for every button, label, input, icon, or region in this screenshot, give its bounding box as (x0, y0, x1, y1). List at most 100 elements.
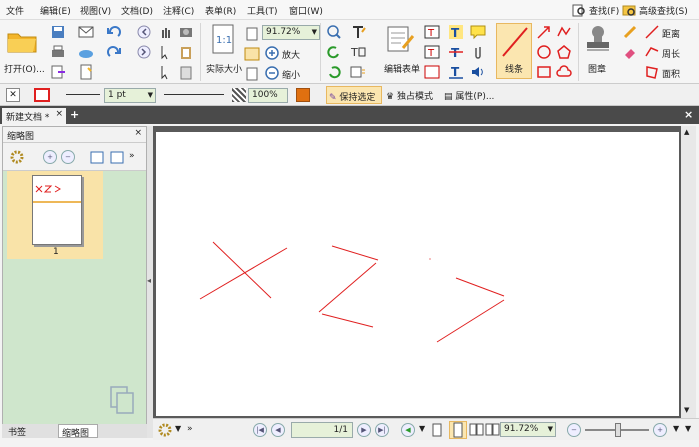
vertical-scrollbar[interactable]: ▲ ▼ (681, 126, 696, 418)
typewriter-icon[interactable] (350, 24, 366, 40)
status-gear-icon[interactable] (157, 422, 173, 438)
status-zoom-combo[interactable]: 91.72% ▼ (500, 422, 556, 437)
page-number-field[interactable]: 1/1 (291, 422, 353, 438)
exclusive-mode-button[interactable]: ♛ 独占模式 (386, 89, 433, 102)
collapse-arrow-icon[interactable]: ◂ (147, 276, 151, 285)
zoom-out-icon[interactable] (264, 65, 280, 81)
export-icon[interactable] (50, 64, 66, 80)
zoom-in-icon[interactable] (264, 45, 280, 61)
actual-size-icon[interactable]: 1:1 (210, 24, 236, 54)
thumbnail-page[interactable] (32, 175, 82, 245)
hand-tool-icon[interactable] (158, 24, 174, 40)
form-combo-icon[interactable]: T (424, 44, 440, 60)
highlight-text-icon[interactable]: T (448, 24, 464, 40)
stamp-label[interactable]: 图章 (588, 62, 606, 75)
perimeter-label[interactable]: 周长 (662, 47, 680, 60)
clipboard-icon[interactable] (178, 44, 194, 60)
menu-edit[interactable]: 编辑(E) (40, 4, 71, 17)
tab-close-icon[interactable]: × (55, 109, 63, 119)
area-icon[interactable] (644, 64, 660, 80)
scroll-up-icon[interactable]: ▲ (684, 128, 689, 136)
rotate-thumb-right-icon[interactable] (109, 149, 125, 165)
next-page-icon[interactable]: ▶ (357, 423, 371, 437)
bookmarks-tab[interactable]: 书签 (8, 425, 26, 438)
continuous-page-button[interactable] (449, 421, 467, 439)
perimeter-icon[interactable] (644, 44, 660, 60)
save-icon[interactable] (50, 24, 66, 40)
form-text-field-icon[interactable]: T (424, 24, 440, 40)
text-field-icon[interactable]: T (350, 44, 366, 60)
status-right-more-icon[interactable]: ▼ (685, 424, 691, 433)
no-fill-icon[interactable]: ✕ (6, 88, 20, 102)
sound-icon[interactable] (470, 64, 486, 80)
zoom-combo[interactable]: 91.72% ▼ (262, 25, 320, 40)
fill-color-swatch[interactable] (296, 88, 310, 102)
status-zoom-out-icon[interactable]: − (567, 423, 581, 437)
print-icon[interactable] (50, 44, 66, 60)
status-menu-icon[interactable]: ▼ (175, 424, 181, 433)
rotate-left-icon[interactable] (326, 44, 342, 60)
redo-icon[interactable] (106, 44, 122, 60)
paste-icon[interactable] (178, 64, 194, 80)
fit-page-icon[interactable] (244, 26, 260, 42)
rectangle-shape-icon[interactable] (536, 64, 552, 80)
fit-width-icon[interactable] (244, 46, 260, 62)
more-options-icon[interactable]: » (129, 151, 135, 161)
thumb-zoom-in-icon[interactable]: + (43, 150, 57, 164)
thumb-zoom-out-icon[interactable]: − (61, 150, 75, 164)
back-icon[interactable] (136, 24, 152, 40)
gear-icon[interactable] (9, 149, 25, 165)
facing-page-icon[interactable] (469, 422, 485, 438)
pencil-icon[interactable] (622, 24, 638, 40)
status-zoom-in-icon[interactable]: + (653, 423, 667, 437)
edit-form-label[interactable]: 编辑表单 (384, 62, 420, 75)
open-folder-icon[interactable] (6, 26, 38, 54)
area-label[interactable]: 面积 (662, 67, 680, 80)
arrow-shape-icon[interactable] (536, 24, 552, 40)
line-width-combo[interactable]: 1 pt ▼ (104, 88, 156, 103)
menu-file[interactable]: 文件 (6, 4, 24, 17)
oval-shape-icon[interactable] (536, 44, 552, 60)
history-menu-icon[interactable]: ▼ (419, 424, 425, 433)
forward-icon[interactable] (136, 44, 152, 60)
cloud-upload-icon[interactable] (78, 44, 94, 60)
scroll-down-icon[interactable]: ▼ (684, 406, 689, 414)
fit-visible-icon[interactable] (244, 66, 260, 82)
form-list-icon[interactable] (424, 64, 440, 80)
undo-icon[interactable] (106, 24, 122, 40)
first-page-icon[interactable]: |◀ (253, 423, 267, 437)
opacity-combo[interactable]: 100% (248, 88, 288, 103)
new-document-icon[interactable] (78, 64, 94, 80)
menu-window[interactable]: 窗口(W) (289, 4, 323, 17)
new-tab-icon[interactable]: + (70, 108, 79, 121)
snapshot-icon[interactable] (178, 24, 194, 40)
stamp-icon[interactable] (584, 24, 612, 54)
properties-button[interactable]: ▤ 属性(P)... (444, 89, 494, 102)
note-icon[interactable] (470, 24, 486, 40)
select-text-icon[interactable] (158, 44, 174, 60)
cloud-shape-icon[interactable] (556, 64, 572, 80)
line-tool-button[interactable]: 线条 (496, 23, 532, 79)
history-back-icon[interactable]: ◀ (401, 423, 415, 437)
stroke-color-swatch[interactable] (34, 88, 50, 102)
strikeout-text-icon[interactable]: T (448, 44, 464, 60)
menu-form[interactable]: 表单(R) (205, 4, 236, 17)
polygon-shape-icon[interactable] (556, 44, 572, 60)
menu-comment[interactable]: 注释(C) (163, 4, 194, 17)
last-page-icon[interactable]: ▶| (375, 423, 389, 437)
distance-icon[interactable] (644, 24, 660, 40)
edit-form-icon[interactable] (386, 24, 416, 54)
menu-tools[interactable]: 工具(T) (247, 4, 278, 17)
eraser-icon[interactable] (622, 44, 638, 60)
continuous-facing-icon[interactable] (485, 422, 501, 438)
zoom-out-label[interactable]: 缩小 (282, 68, 300, 81)
line-ending-preview[interactable] (164, 94, 224, 95)
attach-file-icon[interactable] (470, 44, 486, 60)
polyline-icon[interactable] (556, 24, 572, 40)
zoom-in-label[interactable]: 放大 (282, 48, 300, 61)
text-box-icon[interactable] (350, 64, 366, 80)
panel-close-icon[interactable]: × (134, 128, 142, 138)
underline-text-icon[interactable]: T (448, 64, 464, 80)
zoom-slider-thumb[interactable] (615, 423, 621, 437)
select-annotation-icon[interactable] (158, 64, 174, 80)
